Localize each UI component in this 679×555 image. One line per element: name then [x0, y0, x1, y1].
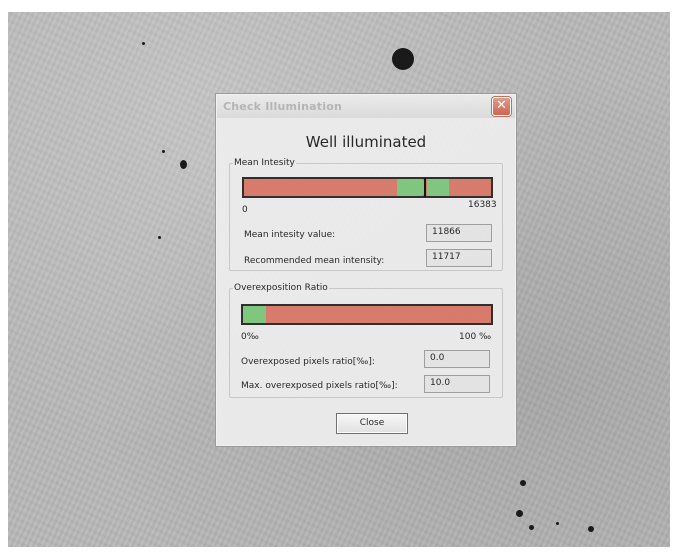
- dust-particle: [392, 48, 414, 70]
- dialog-titlebar[interactable]: Check Illumination ✕: [217, 95, 515, 118]
- acceptable-zone: [243, 306, 266, 323]
- overexposed-ratio-value: 0.0: [424, 350, 490, 368]
- overexposition-legend: Overexposition Ratio: [234, 283, 328, 293]
- mean-intensity-bar: [242, 177, 493, 198]
- dust-particle: [556, 522, 559, 525]
- mean-intensity-label: Mean intesity value:: [244, 230, 336, 240]
- dialog-title: Check Illumination: [223, 100, 342, 113]
- dust-particle: [142, 42, 145, 45]
- mean-intensity-legend: Mean Intesity: [234, 158, 295, 168]
- mean-value-marker: [424, 178, 426, 197]
- close-button[interactable]: Close: [336, 413, 408, 434]
- max-overexposed-ratio-value: 10.0: [424, 375, 490, 393]
- illumination-status: Well illuminated: [305, 133, 427, 151]
- dust-particle: [520, 480, 526, 486]
- overexposition-bar: [241, 304, 493, 325]
- dust-particle: [158, 236, 161, 239]
- dust-particle: [162, 150, 165, 153]
- check-illumination-dialog: Check Illumination ✕ Well illuminated Me…: [216, 94, 516, 446]
- max-overexposed-ratio-label: Max. overexposed pixels ratio[‰]:: [241, 381, 398, 391]
- dust-particle: [516, 510, 523, 517]
- overexposition-scale-min: 0‰: [241, 332, 259, 342]
- recommended-intensity-label: Recommended mean intensity:: [244, 256, 385, 266]
- acceptable-zone: [427, 179, 449, 196]
- recommended-intensity-value: 11717: [426, 249, 492, 267]
- dust-particle: [529, 525, 534, 530]
- mean-scale-max: 16383: [468, 200, 497, 210]
- overexposed-ratio-label: Overexposed pixels ratio[‰]:: [241, 357, 375, 367]
- mean-scale-min: 0: [242, 205, 248, 215]
- mean-intensity-value: 11866: [426, 224, 492, 242]
- overexposition-scale-max: 100 ‰: [459, 332, 492, 342]
- dust-particle: [180, 160, 187, 169]
- dust-particle: [588, 526, 594, 532]
- close-icon[interactable]: ✕: [492, 97, 511, 116]
